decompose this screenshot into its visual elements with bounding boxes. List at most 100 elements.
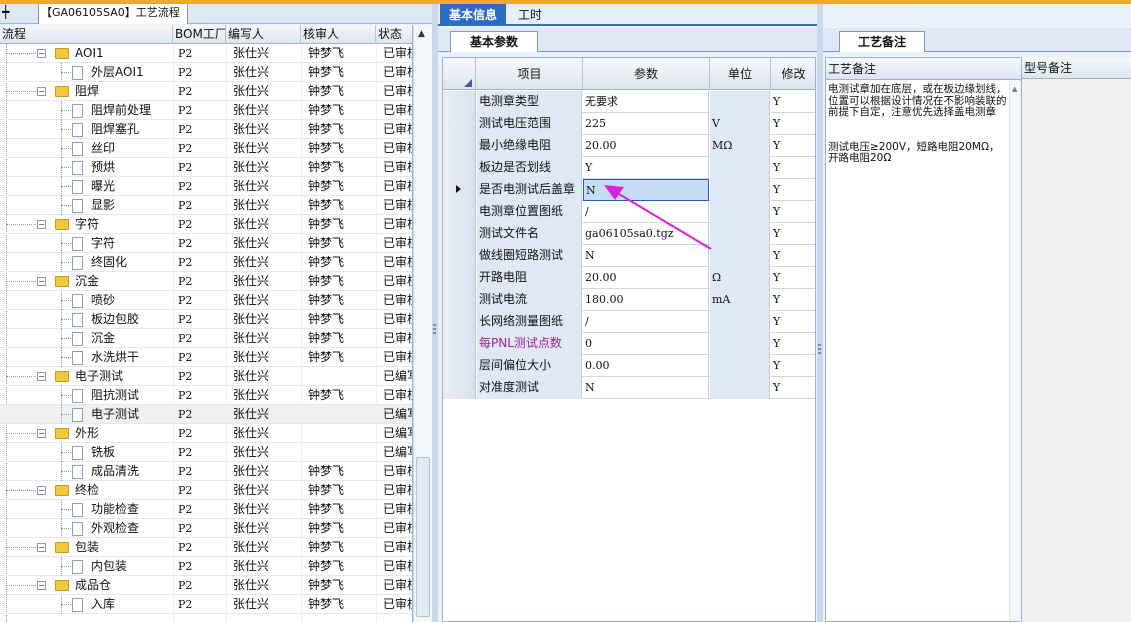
row-header[interactable] [443, 289, 476, 311]
param-value-cell[interactable]: Y [583, 157, 709, 179]
col-header-flow[interactable]: 流程 [0, 25, 173, 44]
scroll-up-icon[interactable]: ▲ [418, 29, 425, 39]
tree-row[interactable]: − 电子测试 P2 张仕兴 已编写 [0, 367, 412, 386]
tree-row[interactable]: − 成品仓 P2 张仕兴 钟梦飞 已审核 [0, 576, 412, 595]
col-header-reviewer[interactable]: 核审人 [301, 25, 376, 44]
row-header[interactable] [443, 113, 476, 135]
tab-basic-params[interactable]: 基本参数 [450, 31, 538, 52]
param-value-cell[interactable]: N [583, 245, 709, 267]
param-row[interactable]: 开路电阻 20.00 Ω Y [443, 267, 815, 289]
collapse-toggle-icon[interactable]: − [37, 581, 46, 590]
row-header[interactable] [443, 157, 476, 179]
process-notes-text[interactable]: 电测试章加在底层，或在板边缘划线，位置可以根据设计情况在不影响装联的前提下自定，… [828, 83, 1008, 165]
param-modify-cell[interactable]: Y [771, 355, 815, 377]
param-value-cell[interactable]: N [583, 377, 709, 399]
row-header[interactable] [443, 223, 476, 245]
scroll-up-icon[interactable]: ▲ [1012, 85, 1017, 93]
tree-row[interactable]: − 字符 P2 张仕兴 钟梦飞 已审核 [0, 215, 412, 234]
col-header-writer[interactable]: 编写人 [226, 25, 301, 44]
row-header[interactable] [443, 91, 476, 113]
row-header[interactable] [443, 179, 476, 201]
row-header[interactable] [443, 311, 476, 333]
param-row[interactable]: 长网络测量图纸 / Y [443, 311, 815, 333]
param-row[interactable]: 每PNL测试点数 0 Y [443, 333, 815, 355]
param-modify-cell[interactable]: Y [771, 311, 815, 333]
col-header-modify[interactable]: 修改 [771, 58, 815, 90]
param-row[interactable]: 层间偏位大小 0.00 Y [443, 355, 815, 377]
scrollbar-thumb[interactable] [416, 457, 430, 617]
tree-row[interactable]: − 终检 P2 张仕兴 钟梦飞 已审核 [0, 481, 412, 500]
row-header[interactable] [443, 245, 476, 267]
collapse-toggle-icon[interactable]: − [37, 486, 46, 495]
tree-row[interactable]: 功能检查 P2 张仕兴 钟梦飞 已审核 [0, 500, 412, 519]
collapse-toggle-icon[interactable]: − [37, 87, 46, 96]
tree-row[interactable]: 板边包胶 P2 张仕兴 钟梦飞 已审核 [0, 310, 412, 329]
row-header[interactable] [443, 333, 476, 355]
param-modify-cell[interactable]: Y [771, 289, 815, 311]
row-header[interactable] [443, 135, 476, 157]
tree-row[interactable]: 阻焊前处理 P2 张仕兴 钟梦飞 已审核 [0, 101, 412, 120]
param-row[interactable]: 是否电测试后盖章 N Y [443, 179, 815, 201]
process-notes-box[interactable]: 工艺备注 电测试章加在底层，或在板边缘划线，位置可以根据设计情况在不影响装联的前… [825, 57, 1021, 622]
col-header-bom[interactable]: BOM工厂 [173, 25, 226, 44]
param-value-cell[interactable]: / [583, 311, 709, 333]
collapse-toggle-icon[interactable]: − [37, 429, 46, 438]
tree-row[interactable]: 预烘 P2 张仕兴 钟梦飞 已审核 [0, 158, 412, 177]
param-modify-cell[interactable]: Y [771, 377, 815, 399]
collapse-toggle-icon[interactable]: − [37, 543, 46, 552]
param-modify-cell[interactable]: Y [771, 201, 815, 223]
param-value-cell[interactable]: 0 [583, 333, 709, 355]
param-modify-cell[interactable]: Y [771, 245, 815, 267]
tree-row[interactable]: 阻抗测试 P2 张仕兴 钟梦飞 已审核 [0, 386, 412, 405]
param-row[interactable]: 测试电压范围 225 V Y [443, 113, 815, 135]
param-modify-cell[interactable]: Y [771, 135, 815, 157]
row-header[interactable] [443, 355, 476, 377]
tree-row[interactable]: 沉金 P2 张仕兴 钟梦飞 已审核 [0, 329, 412, 348]
param-value-cell[interactable]: 无要求 [583, 91, 709, 113]
param-modify-cell[interactable]: Y [771, 267, 815, 289]
tab-basic-info[interactable]: 基本信息 [440, 4, 506, 26]
param-modify-cell[interactable]: Y [771, 179, 815, 201]
tree-row[interactable]: − 沉金 P2 张仕兴 钟梦飞 已审核 [0, 272, 412, 291]
notes-scrollbar[interactable]: ▲ [1009, 81, 1020, 621]
tree-row[interactable]: − 包装 P2 张仕兴 钟梦飞 已审核 [0, 538, 412, 557]
tree-row[interactable]: 丝印 P2 张仕兴 钟梦飞 已审核 [0, 139, 412, 158]
tree-row[interactable]: 内包装 P2 张仕兴 钟梦飞 已审核 [0, 557, 412, 576]
model-notes-box[interactable]: 型号备注 [1021, 57, 1131, 622]
col-header-item[interactable]: 项目 [477, 58, 583, 90]
collapse-toggle-icon[interactable]: − [37, 372, 46, 381]
param-value-cell[interactable]: / [583, 201, 709, 223]
col-header-param[interactable]: 参数 [583, 58, 710, 90]
tree-row[interactable]: 外观检查 P2 张仕兴 钟梦飞 已审核 [0, 519, 412, 538]
tree-row[interactable]: 阻焊塞孔 P2 张仕兴 钟梦飞 已审核 [0, 120, 412, 139]
param-modify-cell[interactable]: Y [771, 333, 815, 355]
pin-icon[interactable]: ┿ [2, 5, 9, 19]
tree-row[interactable]: − 外形 P2 张仕兴 已编写 [0, 424, 412, 443]
param-row[interactable]: 板边是否划线 Y Y [443, 157, 815, 179]
vertical-scrollbar[interactable]: ▲ [413, 25, 432, 622]
tree-row[interactable]: 喷砂 P2 张仕兴 钟梦飞 已审核 [0, 291, 412, 310]
col-header-unit[interactable]: 单位 [710, 58, 771, 90]
param-value-cell[interactable]: N [583, 179, 709, 201]
col-header-status[interactable]: 状态 [376, 25, 412, 44]
param-row[interactable]: 测试文件名 ga06105sa0.tgz Y [443, 223, 815, 245]
tree-row[interactable]: 电子测试 P2 张仕兴 已编写 [0, 405, 412, 424]
param-row[interactable]: 最小绝缘电阻 20.00 MΩ Y [443, 135, 815, 157]
param-modify-cell[interactable]: Y [771, 113, 815, 135]
tree-row[interactable]: − 阻焊 P2 张仕兴 钟梦飞 已审核 [0, 82, 412, 101]
row-header[interactable] [443, 267, 476, 289]
param-modify-cell[interactable]: Y [771, 223, 815, 245]
row-header[interactable] [443, 377, 476, 399]
tree-row[interactable]: 入库 P2 张仕兴 钟梦飞 已审核 [0, 595, 412, 614]
collapse-toggle-icon[interactable]: − [37, 277, 46, 286]
collapse-toggle-icon[interactable]: − [37, 49, 46, 58]
param-value-cell[interactable]: 20.00 [583, 267, 709, 289]
tree-row[interactable]: 外层AOI1 P2 张仕兴 钟梦飞 已审核 [0, 63, 412, 82]
tree-row[interactable]: 水洗烘干 P2 张仕兴 钟梦飞 已审核 [0, 348, 412, 367]
param-modify-cell[interactable]: Y [771, 157, 815, 179]
row-header[interactable] [443, 201, 476, 223]
param-row[interactable]: 对准度测试 N Y [443, 377, 815, 399]
tree-row[interactable]: 铣板 P2 张仕兴 已编写 [0, 443, 412, 462]
collapse-toggle-icon[interactable]: − [37, 220, 46, 229]
param-row[interactable]: 电测章位置图纸 / Y [443, 201, 815, 223]
